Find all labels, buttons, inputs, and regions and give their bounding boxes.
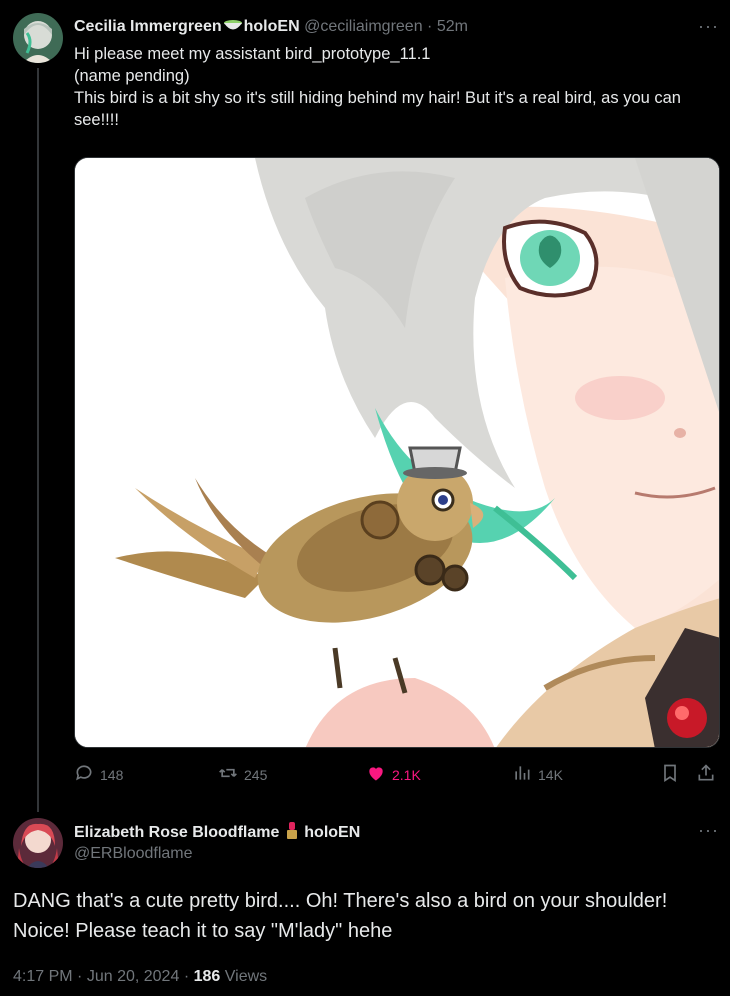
reply-time[interactable]: 4:17 PM <box>13 968 73 985</box>
reply-author-name[interactable]: Elizabeth Rose Bloodflame <box>74 824 279 841</box>
author-name[interactable]: Cecilia Immergreen <box>74 18 222 35</box>
reply-avatar[interactable] <box>13 818 63 868</box>
lipstick-icon <box>284 820 300 845</box>
repost-count: 245 <box>244 766 268 783</box>
thread-line <box>37 68 39 812</box>
reply-author-org: holoEN <box>304 824 361 841</box>
reply-views-count: 186 <box>193 968 221 985</box>
repost-button[interactable]: 245 <box>218 763 267 786</box>
tweet-actions: 148 245 2.1K 14K <box>74 763 720 789</box>
reply-text: DANG that's a cute pretty bird.... Oh! T… <box>13 890 668 942</box>
like-count: 2.1K <box>392 766 421 783</box>
separator-dot: · <box>77 968 83 985</box>
author-org: holoEN <box>243 18 300 35</box>
tweet-more-button[interactable]: ··· <box>698 16 719 37</box>
repost-icon <box>218 763 238 786</box>
share-button[interactable] <box>696 763 716 786</box>
reply-date[interactable]: Jun 20, 2024 <box>87 968 180 985</box>
reply-more-button[interactable]: ··· <box>698 820 719 841</box>
reply-author-handle[interactable]: @ERBloodflame <box>74 845 193 863</box>
tweet-header: Cecilia Immergreen holoEN @ceciliaimgree… <box>74 16 468 40</box>
bookmark-button[interactable] <box>660 763 680 786</box>
more-icon: ··· <box>698 820 719 840</box>
reply-header: Elizabeth Rose Bloodflame holoEN <box>74 820 360 845</box>
separator-dot: · <box>427 18 433 35</box>
reply-views-label: Views <box>224 968 268 985</box>
share-icon <box>696 763 716 786</box>
reply-count: 148 <box>100 766 124 783</box>
bookmark-icon <box>660 763 680 786</box>
like-button[interactable]: 2.1K <box>366 763 421 786</box>
views-count: 14K <box>538 766 563 783</box>
author-handle[interactable]: @ceciliaimgreen <box>304 18 423 35</box>
tweet-text: Hi please meet my assistant bird_prototy… <box>74 45 681 129</box>
views-button[interactable]: 14K <box>512 763 563 786</box>
tweet-time[interactable]: 52m <box>437 18 468 35</box>
heart-icon <box>366 763 386 786</box>
tweet-image[interactable] <box>74 157 720 748</box>
views-icon <box>512 763 532 786</box>
separator-dot: · <box>183 968 190 985</box>
more-icon: ··· <box>698 16 719 36</box>
reply-button[interactable]: 148 <box>74 763 123 786</box>
matcha-bowl-icon <box>222 16 244 40</box>
author-avatar[interactable] <box>13 13 63 63</box>
reply-meta: 4:17 PM · Jun 20, 2024 · 186 Views <box>13 968 267 986</box>
reply-icon <box>74 763 94 786</box>
